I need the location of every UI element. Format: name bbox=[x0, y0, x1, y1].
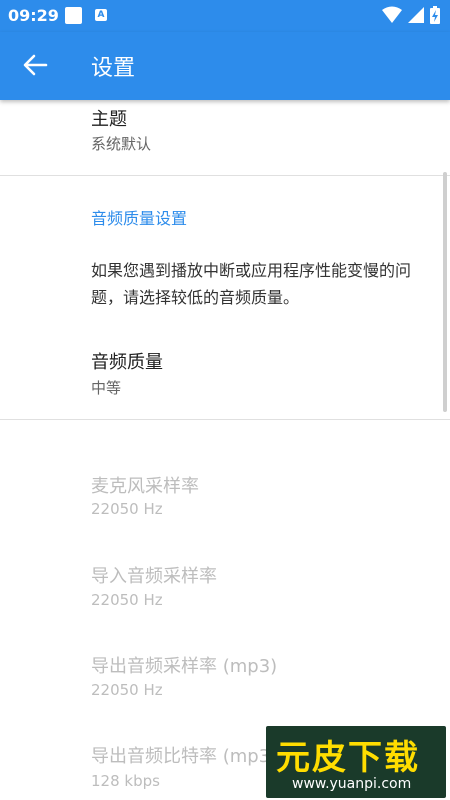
audio-quality-setting[interactable]: 音频质量 中等 bbox=[0, 335, 450, 419]
app-bar: 设置 bbox=[0, 32, 450, 100]
audio-quality-description: 如果您遇到播放中断或应用程序性能变慢的问题，请选择较低的音频质量。 bbox=[91, 261, 412, 307]
export-sample-rate-setting[interactable]: 导出音频采样率 (mp3) 22050 Hz bbox=[0, 640, 450, 710]
mic-sample-rate-setting[interactable]: 麦克风采样率 22050 Hz bbox=[0, 460, 450, 530]
theme-summary: 系统默认 bbox=[91, 135, 152, 153]
audio-quality-title: 音频质量 bbox=[91, 352, 163, 373]
a-notification-icon: A bbox=[95, 9, 107, 21]
battery-charging-icon bbox=[430, 6, 440, 24]
theme-title: 主题 bbox=[91, 109, 127, 130]
export-sample-rate-title: 导出音频采样率 (mp3) bbox=[91, 656, 278, 677]
mic-sample-rate-summary: 22050 Hz bbox=[91, 500, 163, 518]
scrollbar-thumb[interactable] bbox=[443, 172, 447, 412]
watermark-logo: 元皮下载 www.yuanpi.com bbox=[266, 726, 446, 798]
cell-signal-icon bbox=[408, 7, 424, 23]
wifi-icon bbox=[382, 6, 402, 23]
import-sample-rate-title: 导入音频采样率 bbox=[91, 566, 217, 587]
section-header-audio-quality: 音频质量设置 bbox=[91, 209, 188, 228]
watermark-url: www.yuanpi.com bbox=[292, 776, 412, 792]
import-sample-rate-setting[interactable]: 导入音频采样率 22050 Hz bbox=[0, 550, 450, 620]
import-sample-rate-summary: 22050 Hz bbox=[91, 591, 163, 609]
theme-setting[interactable]: 主题 系统默认 bbox=[0, 100, 450, 175]
export-sample-rate-summary: 22050 Hz bbox=[91, 681, 163, 699]
mic-sample-rate-title: 麦克风采样率 bbox=[91, 476, 199, 497]
arrow-left-icon[interactable] bbox=[22, 52, 48, 78]
export-bitrate-title: 导出音频比特率 (mp3) bbox=[91, 746, 278, 767]
audio-quality-summary: 中等 bbox=[91, 379, 122, 397]
export-bitrate-summary: 128 kbps bbox=[91, 772, 160, 790]
divider bbox=[0, 419, 450, 420]
settings-list: 主题 系统默认 音频质量设置 如果您遇到播放中断或应用程序性能变慢的问题，请选择… bbox=[0, 100, 450, 800]
watermark-text: 元皮下载 bbox=[276, 738, 420, 778]
page-title: 设置 bbox=[91, 56, 136, 81]
status-bar: 09:29 A bbox=[0, 0, 450, 32]
status-time: 09:29 bbox=[8, 6, 59, 25]
divider bbox=[0, 175, 450, 176]
notification-square-icon bbox=[65, 7, 82, 24]
